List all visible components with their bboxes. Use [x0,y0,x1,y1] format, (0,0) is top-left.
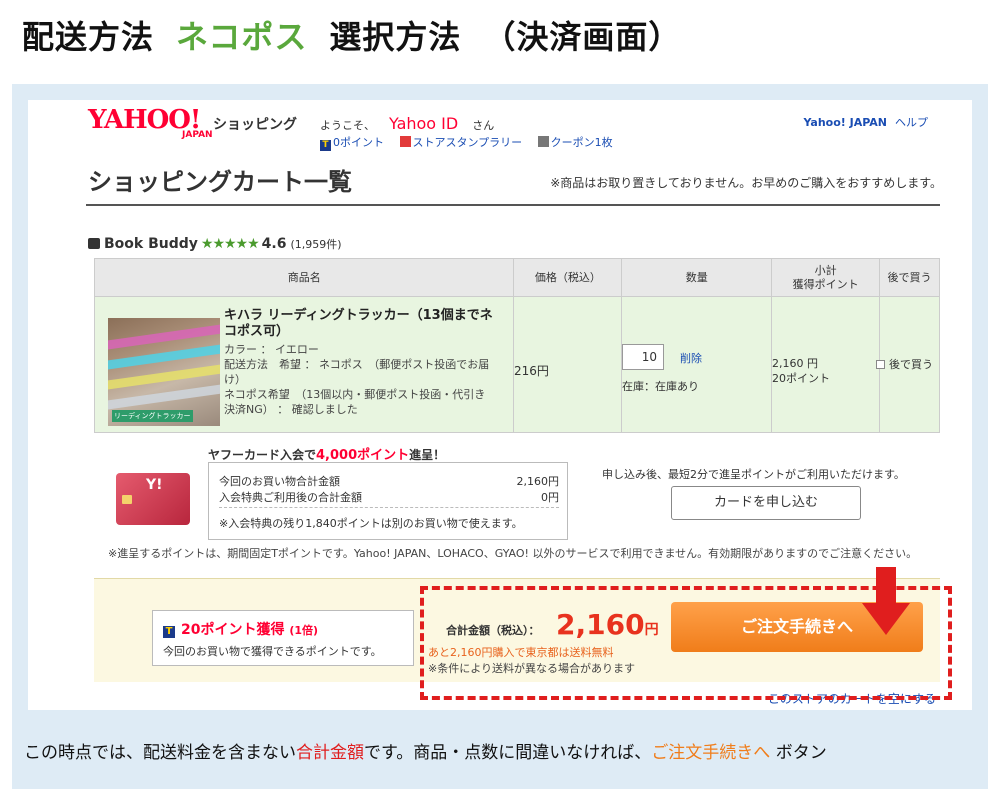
credit-card-icon: Y! [116,473,190,525]
title-part3: 選択方法 [329,18,462,56]
product-info: キハラ リーディングトラッカー（13個までネコポス可） カラー ： イエロー 配… [224,308,494,417]
stock-status: 在庫：在庫あり [622,380,699,393]
col-price: 価格（税込） [513,258,623,297]
stamp-icon [399,136,411,147]
thumb-tag: リーディングトラッカー [112,410,193,422]
account-links: T 0ポイント ストアスタンプラリー クーポン1枚 [320,134,625,151]
product-name[interactable]: キハラ リーディングトラッカー（13個までネコポス可） [224,308,494,340]
item-subtotal: 2,160 円 20ポイント [772,357,830,385]
promo-row: 入会特典ご利用後の合計金額 0円 [219,491,559,504]
welcome-prefix: ようこそ、 [320,119,375,132]
product-note: ネコポス希望 （13個以内・郵便ポスト投函・代引き決済NG） ： 確認しました [224,388,486,416]
yahoo-logo[interactable]: YAHOO! [88,107,201,133]
product-color: カラー ： イエロー [224,343,319,356]
col-subtotal: 小計 獲得ポイント [771,258,881,297]
coupon-icon [537,136,549,147]
rating-stars-icon: ★★★★★ [200,236,260,252]
instruction-caption: この時点では、配送料金を含まない合計金額です。商品・点数に間違いなければ、ご注文… [24,743,827,763]
promo-footnote: ※入会特典の残り1,840ポイントは別のお買い物で使えます。 [219,517,523,530]
t-point-icon: T [163,626,175,638]
top-right-links: Yahoo! JAPAN ヘルプ [803,114,928,130]
points-earned-sub: 今回のお買い物で獲得できるポイントです。 [163,645,382,658]
promo-calc-box: 今回のお買い物合計金額 2,160円 入会特典ご利用後の合計金額 0円 ※入会特典の… [208,462,568,540]
product-shipping: 配送方法 希望 ： ネコポス （郵便ポスト投函でお届け） [224,358,490,386]
welcome-suffix: さん [472,119,495,132]
points-note: ※進呈するポイントは、期間固定Tポイントです。Yahoo! JAPAN、LOHA… [108,547,918,560]
promo-row: 今回のお買い物合計金額 2,160円 [219,475,559,488]
heading-divider [86,204,940,206]
col-qty: 数量 [621,258,773,297]
points-earned-box: T 20ポイント獲得 (1倍) 今回のお買い物で獲得できるポイントです。 [152,610,414,666]
cart-table: 商品名 価格（税込） 数量 小計 獲得ポイント 後で買う [93,258,940,433]
store-info: Book Buddy ★★★★★ 4.6 (1,959件) [88,236,342,252]
col-later: 後で買う [879,258,940,297]
table-header-row: 商品名 価格（税込） 数量 小計 獲得ポイント 後で買う [93,258,940,297]
title-part2: ネコポス [176,18,308,56]
site-header: YAHOO! JAPAN ショッピング ようこそ、 Yahoo ID さん T 0ポイ… [88,107,928,151]
yahoo-logo-sub: JAPAN [182,130,213,140]
stamp-rally-link[interactable]: ストアスタンプラリー [399,136,522,149]
store-name[interactable]: Book Buddy [104,236,198,252]
user-id: Yahoo ID [389,114,459,133]
review-count[interactable]: (1,959件) [290,238,341,251]
apply-card-button[interactable]: カードを申し込む [671,486,861,520]
welcome-text: ようこそ、 Yahoo ID さん [320,114,494,133]
cart-heading: ショッピングカート一覧 [88,168,352,196]
reserve-notice: ※商品はお取り置きしておりません。お早めのご購入をおすすめします。 [550,176,942,190]
down-arrow-icon [876,567,896,605]
col-product: 商品名 [93,258,515,297]
buy-later-checkbox[interactable]: 後で買う [876,356,933,372]
points-earned: 20ポイント獲得 [181,622,285,638]
down-arrow-head [862,603,910,635]
apply-info: 申し込み後、最短2分で進呈ポイントがご利用いただけます。 [602,468,905,481]
page-title: 配送方法 ネコポス 選択方法 （決済画面） [22,12,703,58]
points-link[interactable]: T 0ポイント [320,136,384,151]
coupon-link[interactable]: クーポン1枚 [537,136,613,149]
store-bag-icon [88,238,100,249]
checkbox-icon [876,360,885,369]
item-price: 216円 [514,364,549,378]
product-thumbnail[interactable]: リーディングトラッカー [108,318,220,426]
yahoo-japan-link[interactable]: Yahoo! JAPAN [803,116,887,129]
card-mark: Y! [146,477,163,493]
t-point-icon: T [320,140,331,151]
title-part4: （決済画面） [483,18,682,56]
quantity-input[interactable]: 10 [622,344,664,370]
delete-link[interactable]: 削除 [680,350,702,366]
title-part1: 配送方法 [22,18,155,56]
help-link[interactable]: ヘルプ [895,116,928,129]
store-rating: 4.6 [261,236,287,252]
shopping-label[interactable]: ショッピング [213,114,297,134]
card-promo-title: ヤフーカード入会で4,000ポイント進呈！ [208,448,446,463]
